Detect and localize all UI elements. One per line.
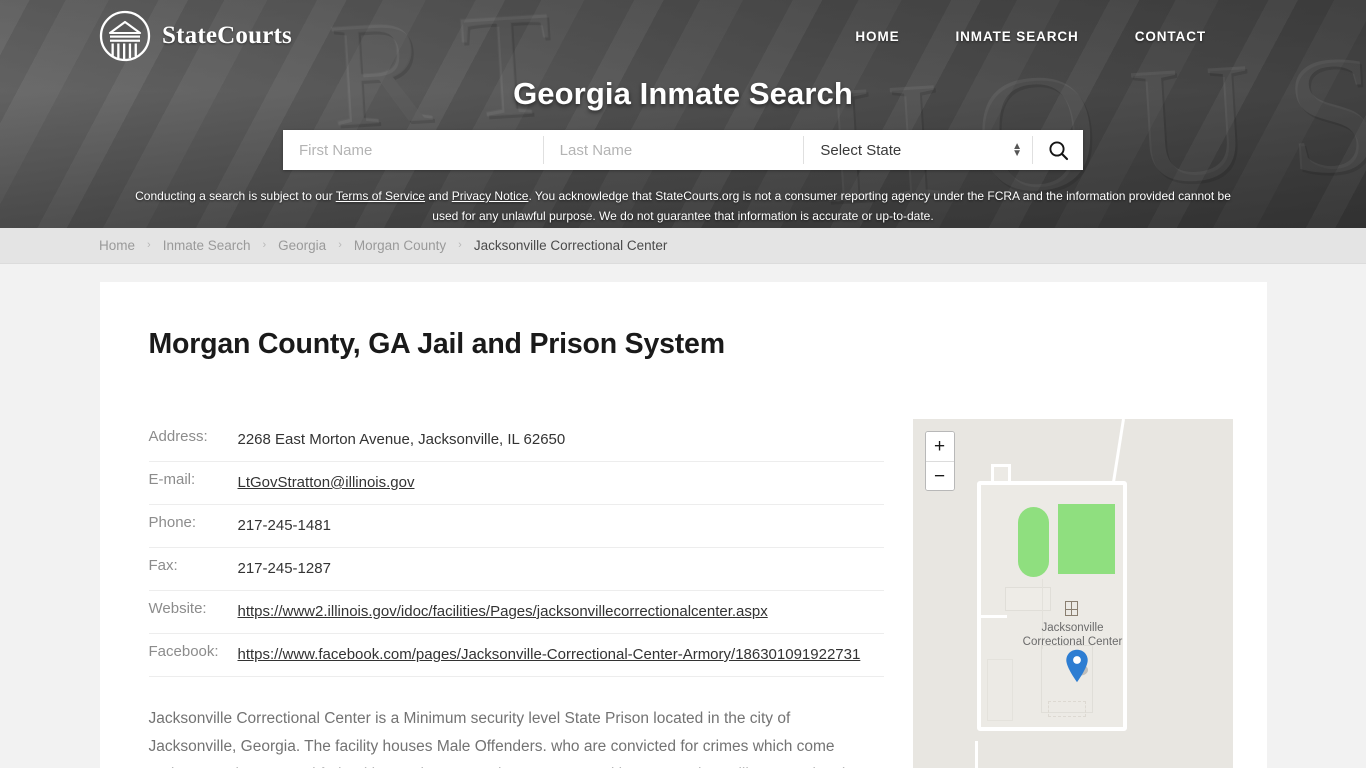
first-name-input[interactable] bbox=[283, 130, 543, 170]
info-value-fax: 217-245-1287 bbox=[237, 560, 331, 577]
state-select[interactable]: Select State bbox=[804, 130, 1033, 170]
info-value-address: 2268 East Morton Avenue, Jacksonville, I… bbox=[237, 431, 566, 448]
map-green-area bbox=[1017, 507, 1049, 577]
info-label: Fax: bbox=[148, 557, 178, 574]
breadcrumb-bar: Home › Inmate Search › Georgia › Morgan … bbox=[0, 228, 1366, 264]
info-label: E-mail: bbox=[148, 471, 196, 488]
facebook-link[interactable]: https://www.facebook.com/pages/Jacksonvi… bbox=[238, 646, 861, 663]
top-bar: StateCourts HOME INMATE SEARCH CONTACT bbox=[0, 0, 1366, 62]
privacy-notice-link[interactable]: Privacy Notice bbox=[452, 189, 529, 203]
breadcrumb: Home › Inmate Search › Georgia › Morgan … bbox=[99, 238, 667, 253]
info-label: Website: bbox=[148, 600, 207, 617]
terms-of-service-link[interactable]: Terms of Service bbox=[336, 189, 425, 203]
table-row: Address: 2268 East Morton Avenue, Jackso… bbox=[148, 419, 884, 462]
disclaimer-part-3: . You acknowledge that StateCourts.org i… bbox=[432, 189, 1231, 223]
breadcrumb-separator-icon: › bbox=[147, 239, 151, 251]
map-column: Jacksonville Correctional Center + − bbox=[912, 419, 1233, 768]
search-icon bbox=[1048, 140, 1068, 160]
facility-map[interactable]: Jacksonville Correctional Center + − bbox=[912, 419, 1233, 768]
disclaimer-part-2: and bbox=[425, 189, 452, 203]
table-row: Website: https://www2.illinois.gov/idoc/… bbox=[148, 591, 884, 634]
table-row: Facebook: https://www.facebook.com/pages… bbox=[148, 634, 884, 677]
table-row: E-mail: LtGovStratton@illinois.gov bbox=[148, 462, 884, 505]
breadcrumb-separator-icon: › bbox=[338, 239, 342, 251]
map-facility-label: Jacksonville Correctional Center bbox=[1022, 622, 1123, 648]
breadcrumb-separator-icon: › bbox=[262, 239, 267, 251]
map-green-area bbox=[1057, 504, 1115, 574]
nav-item-home[interactable]: HOME bbox=[855, 29, 899, 44]
map-pin-icon[interactable] bbox=[1065, 649, 1089, 683]
facility-description: Jacksonville Correctional Center is a Mi… bbox=[148, 710, 846, 768]
map-road bbox=[976, 615, 1007, 618]
search-button[interactable] bbox=[1033, 130, 1084, 170]
breadcrumb-item-morgan-county[interactable]: Morgan County bbox=[354, 238, 446, 253]
building-icon bbox=[1064, 601, 1078, 616]
facility-info-table: Address: 2268 East Morton Avenue, Jackso… bbox=[148, 419, 884, 677]
breadcrumb-item-georgia[interactable]: Georgia bbox=[278, 238, 326, 253]
breadcrumb-separator-icon: › bbox=[458, 239, 462, 251]
disclaimer-part-1: Conducting a search is subject to our bbox=[135, 189, 336, 203]
map-zoom-in-button[interactable]: + bbox=[925, 432, 954, 461]
info-value-email: LtGovStratton@illinois.gov bbox=[238, 462, 884, 505]
nav-item-inmate-search[interactable]: INMATE SEARCH bbox=[956, 29, 1079, 44]
last-name-input[interactable] bbox=[543, 130, 804, 170]
brand[interactable]: StateCourts bbox=[99, 10, 292, 62]
website-link[interactable]: https://www2.illinois.gov/idoc/facilitie… bbox=[238, 603, 768, 620]
map-building-outline bbox=[1047, 701, 1086, 717]
table-row: Fax: 217-245-1287 bbox=[148, 548, 884, 591]
content-card: Morgan County, GA Jail and Prison System… bbox=[99, 282, 1267, 768]
info-label: Phone: bbox=[148, 514, 197, 531]
nav-item-contact[interactable]: CONTACT bbox=[1135, 29, 1206, 44]
map-road bbox=[974, 741, 978, 768]
search-disclaimer: Conducting a search is subject to our Te… bbox=[128, 186, 1238, 226]
facility-details-column: Address: 2268 East Morton Avenue, Jackso… bbox=[148, 419, 884, 768]
info-value-facebook: https://www.facebook.com/pages/Jacksonvi… bbox=[238, 634, 884, 677]
map-zoom-controls: + − bbox=[924, 431, 955, 491]
main-navigation: HOME INMATE SEARCH CONTACT bbox=[855, 29, 1206, 44]
breadcrumb-item-home[interactable]: Home bbox=[99, 238, 135, 253]
inmate-search-bar: Select State ▲▼ bbox=[283, 130, 1084, 170]
info-label: Address: bbox=[148, 428, 208, 445]
email-link[interactable]: LtGovStratton@illinois.gov bbox=[238, 474, 415, 491]
hero-header: RT HOUSE StateCourts HOME bbox=[0, 0, 1366, 228]
table-row: Phone: 217-245-1481 bbox=[148, 505, 884, 548]
page-title: Morgan County, GA Jail and Prison System bbox=[148, 328, 726, 360]
page-body: Morgan County, GA Jail and Prison System… bbox=[0, 282, 1366, 768]
info-label: Facebook: bbox=[148, 643, 219, 660]
map-building-outline bbox=[986, 659, 1013, 721]
hero-title: Georgia Inmate Search bbox=[513, 76, 853, 111]
breadcrumb-item-inmate-search[interactable]: Inmate Search bbox=[163, 238, 251, 253]
courthouse-logo-icon bbox=[99, 10, 151, 62]
info-value-phone: 217-245-1481 bbox=[237, 517, 331, 534]
map-zoom-out-button[interactable]: − bbox=[925, 461, 954, 490]
breadcrumb-item-current: Jacksonville Correctional Center bbox=[473, 238, 668, 253]
info-value-website: https://www2.illinois.gov/idoc/facilitie… bbox=[238, 591, 884, 634]
brand-name: StateCourts bbox=[162, 22, 292, 49]
map-building-outline bbox=[1004, 587, 1051, 611]
